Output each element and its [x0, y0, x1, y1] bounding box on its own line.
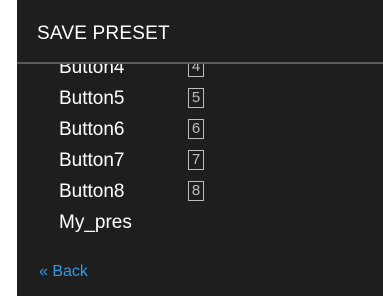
preset-row-button7[interactable]: Button7 7 — [17, 146, 383, 176]
preset-row-my-pres[interactable]: My_pres — [17, 208, 383, 238]
preset-label: Button6 — [59, 119, 125, 140]
preset-key-badge: 4 — [188, 64, 204, 77]
page-title: SAVE PRESET — [37, 23, 170, 44]
preset-label: Button5 — [59, 88, 125, 109]
preset-row-button8[interactable]: Button8 8 — [17, 177, 383, 207]
preset-key-badge: 8 — [188, 181, 204, 201]
preset-label: My_pres — [59, 212, 132, 233]
preset-key-badge: 7 — [188, 150, 204, 170]
preset-key-badge: 6 — [188, 119, 204, 139]
preset-label: Button7 — [59, 150, 125, 171]
save-preset-panel: SAVE PRESET Button4 4 Button5 5 Button6 … — [17, 0, 383, 296]
preset-row-button4[interactable]: Button4 4 — [17, 64, 383, 83]
preset-label: Button8 — [59, 181, 125, 202]
preset-label: Button4 — [59, 64, 125, 78]
preset-list: Button4 4 Button5 5 Button6 6 Button7 7 … — [17, 64, 383, 250]
back-link[interactable]: « Back — [39, 262, 88, 282]
panel-header: SAVE PRESET — [17, 0, 383, 62]
preset-row-button6[interactable]: Button6 6 — [17, 115, 383, 145]
preset-key-badge: 5 — [188, 88, 204, 108]
preset-row-button5[interactable]: Button5 5 — [17, 84, 383, 114]
